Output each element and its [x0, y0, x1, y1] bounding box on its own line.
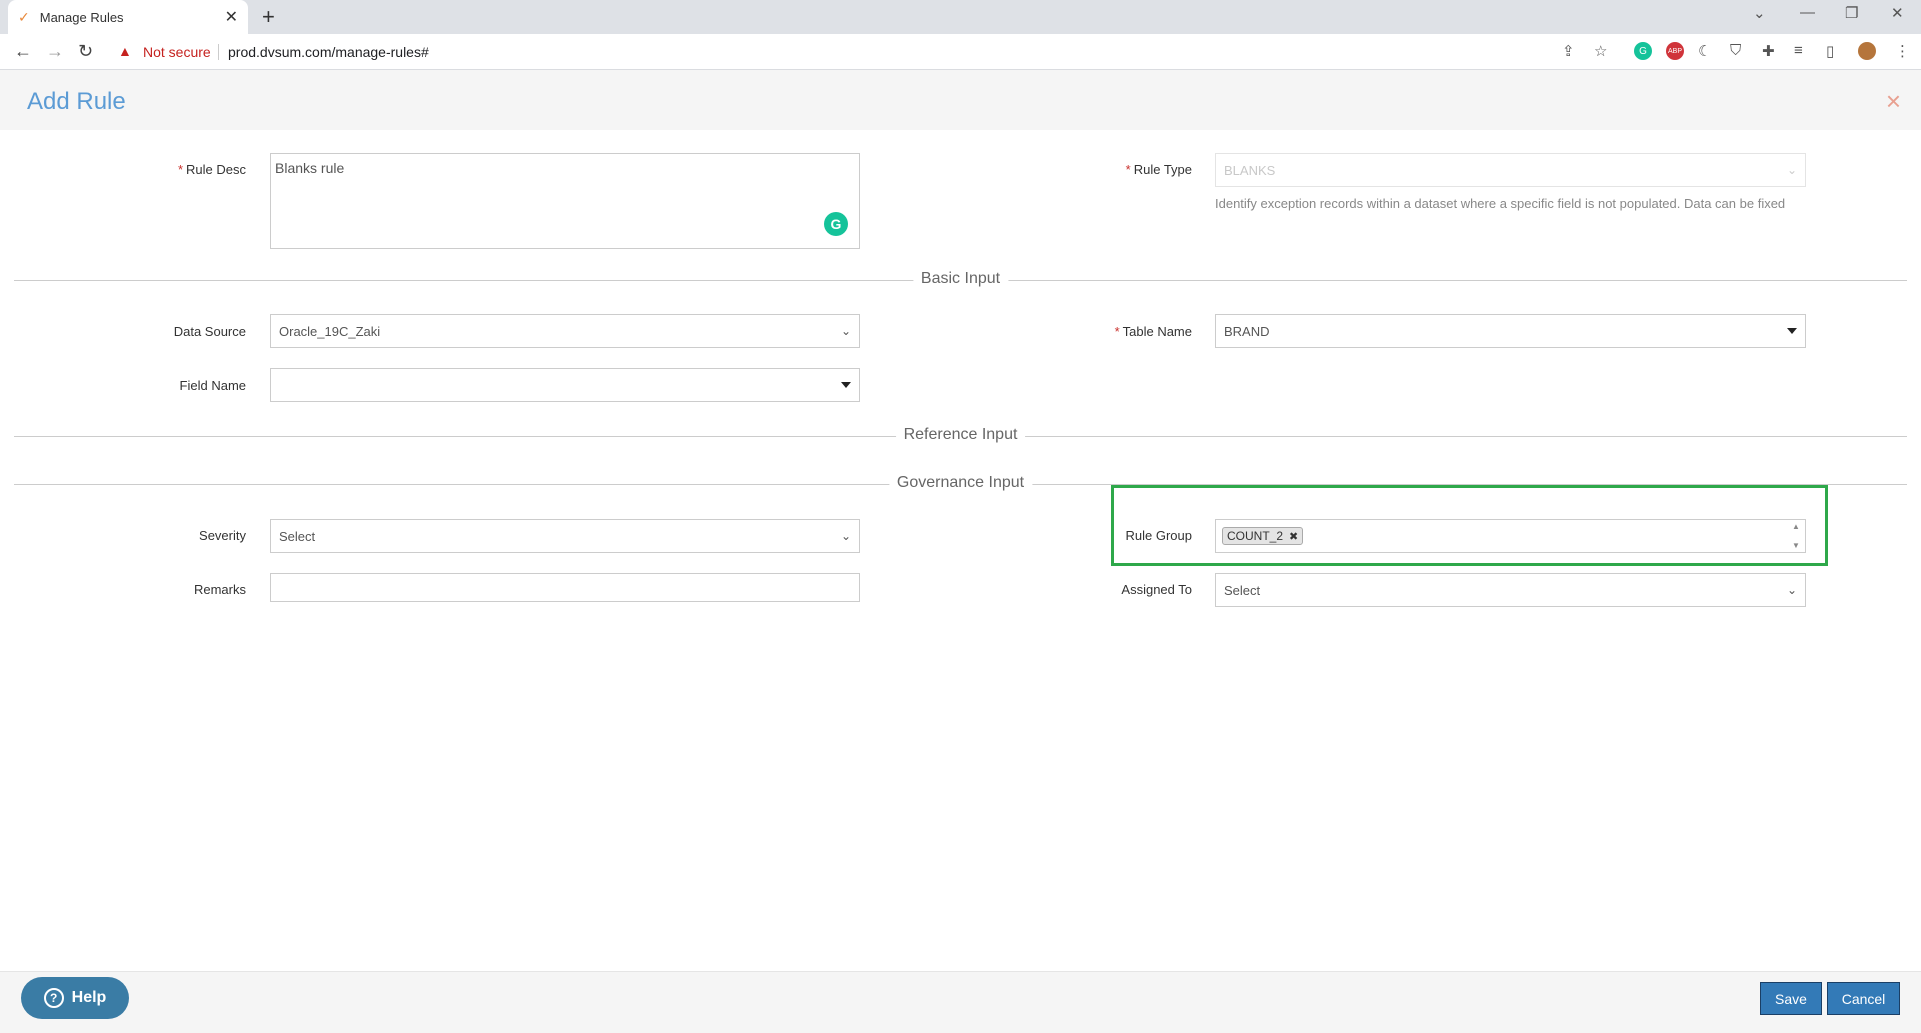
rule-type-description: Identify exception records within a data… [1215, 196, 1786, 211]
new-tab-button[interactable]: + [262, 4, 275, 30]
not-secure-label[interactable]: Not secure [143, 44, 211, 60]
severity-value: Select [279, 528, 316, 544]
remarks-label: Remarks [193, 582, 246, 597]
site-favicon-icon: ✓ [18, 8, 30, 25]
chevron-down-icon: ⌄ [840, 324, 851, 338]
table-name-value: BRAND [1224, 323, 1270, 339]
severity-label: Severity [199, 528, 246, 543]
field-name-select[interactable] [270, 368, 860, 402]
reload-icon[interactable]: ↻ [78, 41, 93, 62]
browser-tab-bar: ✓ Manage Rules ✕ + ⌄ — ❐ ✕ [0, 0, 1921, 34]
table-name-label: * Table Name [1114, 324, 1192, 339]
cancel-button[interactable]: Cancel [1827, 982, 1900, 1015]
browser-tab[interactable]: ✓ Manage Rules ✕ [8, 0, 248, 34]
remove-tag-icon[interactable]: ✖ [1289, 530, 1298, 543]
basic-input-heading: Basic Input [912, 270, 1009, 288]
data-source-label: Data Source [173, 324, 246, 339]
save-button[interactable]: Save [1760, 982, 1822, 1015]
warning-icon[interactable]: ▲ [118, 43, 132, 59]
table-name-select[interactable]: BRAND [1215, 314, 1806, 348]
chevron-down-icon: ⌄ [1786, 163, 1797, 177]
rule-group-tag: COUNT_2 ✖ [1222, 527, 1304, 545]
help-label: Help [71, 989, 107, 1006]
rule-type-select[interactable]: BLANKS ⌄ [1215, 153, 1806, 187]
grammarly-icon[interactable]: G [824, 212, 848, 236]
rule-desc-textarea[interactable]: Blanks rule G [270, 153, 860, 249]
divider [218, 44, 219, 60]
rule-group-label: Rule Group [1125, 528, 1192, 543]
rule-desc-label: * Rule Desc [177, 162, 246, 177]
adblock-extension-icon[interactable]: ABP [1666, 42, 1684, 60]
question-icon: ? [43, 988, 64, 1008]
modal-header: Add Rule × [0, 70, 1921, 130]
shield-icon[interactable]: ⛉ [1730, 42, 1741, 59]
data-source-value: Oracle_19C_Zaki [279, 323, 381, 339]
chevron-down-icon: ⌄ [1786, 583, 1797, 597]
modal-title: Add Rule [27, 88, 126, 115]
puzzle-icon[interactable]: ✚ [1762, 42, 1775, 60]
minimize-icon[interactable]: — [1800, 4, 1815, 21]
caret-down-icon [841, 382, 851, 388]
reference-input-heading: Reference Input [895, 426, 1026, 444]
assigned-to-select[interactable]: Select ⌄ [1215, 573, 1806, 607]
chevron-down-icon: ⌄ [840, 529, 851, 543]
field-name-label: Field Name [179, 378, 246, 393]
rule-type-value: BLANKS [1224, 162, 1276, 178]
rule-group-tag-label: COUNT_2 [1227, 529, 1284, 543]
close-tab-icon[interactable]: ✕ [225, 7, 238, 27]
tab-title: Manage Rules [39, 9, 124, 25]
data-source-select[interactable]: Oracle_19C_Zaki ⌄ [270, 314, 860, 348]
help-button[interactable]: ? Help [21, 977, 129, 1019]
severity-select[interactable]: Select ⌄ [270, 519, 860, 553]
governance-input-heading: Governance Input [888, 474, 1033, 492]
back-icon[interactable]: ← [14, 41, 32, 62]
share-icon[interactable]: ⇪ [1562, 42, 1575, 60]
reference-input-divider: Reference Input [14, 426, 1907, 444]
grammarly-extension-icon[interactable]: G [1634, 42, 1652, 60]
rule-desc-value: Blanks rule [275, 160, 345, 176]
modal-close-icon[interactable]: × [1886, 86, 1901, 117]
rule-type-label: * Rule Type [1125, 162, 1192, 177]
window-close-icon[interactable]: ✕ [1891, 4, 1904, 22]
assigned-to-value: Select [1224, 582, 1261, 598]
url-field[interactable]: prod.dvsum.com/manage-rules# [228, 44, 429, 60]
scroll-arrows-icon[interactable]: ▲ ▼ [1789, 522, 1803, 550]
side-panel-icon[interactable]: ▯ [1826, 42, 1834, 60]
profile-avatar[interactable] [1858, 42, 1876, 60]
caret-down-icon [1787, 328, 1797, 334]
tab-search-icon[interactable]: ⌄ [1753, 4, 1766, 22]
forward-icon[interactable]: → [46, 41, 64, 62]
bookmark-star-icon[interactable]: ☆ [1594, 42, 1607, 60]
reading-list-icon[interactable]: ≡ [1794, 42, 1803, 59]
rule-group-multiselect[interactable]: COUNT_2 ✖ ▲ ▼ [1215, 519, 1806, 553]
basic-input-divider: Basic Input [14, 270, 1907, 288]
assigned-to-label: Assigned To [1121, 582, 1192, 597]
menu-icon[interactable]: ⋮ [1895, 42, 1910, 60]
remarks-input[interactable] [270, 573, 860, 602]
modal-footer: ? Help Save Cancel [0, 971, 1921, 1033]
extension-icon[interactable]: ☾ [1698, 42, 1711, 60]
restore-icon[interactable]: ❐ [1845, 4, 1858, 22]
address-bar: ← → ↻ ▲ Not secure prod.dvsum.com/manage… [0, 34, 1921, 70]
